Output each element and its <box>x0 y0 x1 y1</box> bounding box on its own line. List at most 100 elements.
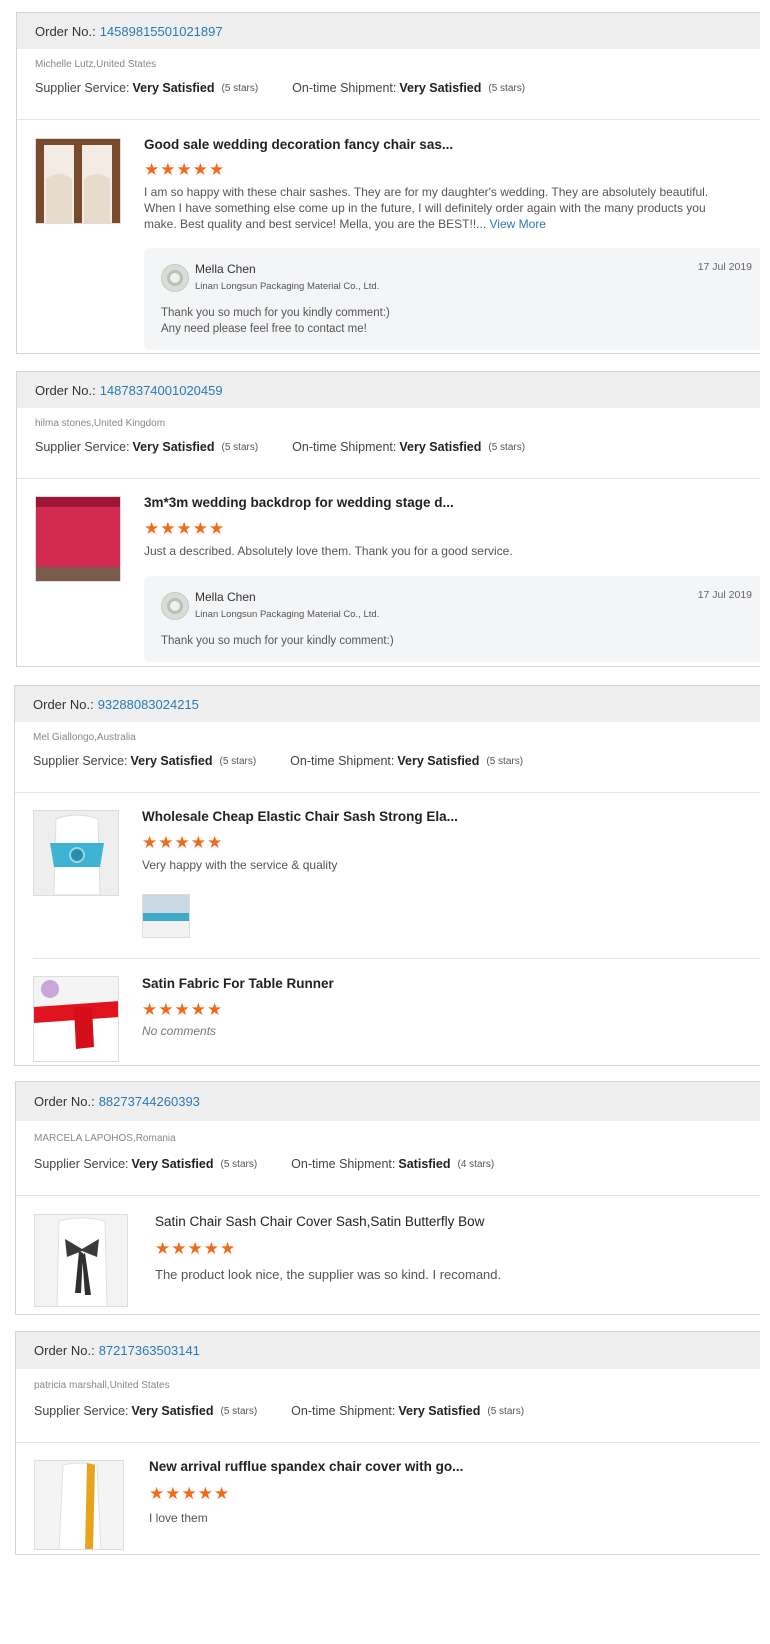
product-thumbnail[interactable] <box>35 138 121 224</box>
buyer-name: Michelle Lutz,United States <box>35 59 157 70</box>
shipment-rating: Very Satisfied <box>398 1404 481 1418</box>
shipment-stars: (5 stars) <box>488 82 526 94</box>
review-text: I love them <box>149 1511 208 1525</box>
product-title[interactable]: Good sale wedding decoration fancy chair… <box>144 137 453 152</box>
product-title[interactable]: Wholesale Cheap Elastic Chair Sash Stron… <box>142 809 458 824</box>
buyer-name: patricia marshall,United States <box>34 1380 170 1391</box>
shipment-rating: Very Satisfied <box>399 81 482 95</box>
review-item: 3m*3m wedding backdrop for wedding stage… <box>17 479 760 679</box>
review-item: Wholesale Cheap Elastic Chair Sash Stron… <box>15 793 760 958</box>
supplier-service-label: Supplier Service: <box>35 81 130 95</box>
product-thumbnail[interactable] <box>33 810 119 896</box>
shipment-stars: (4 stars) <box>457 1158 495 1170</box>
product-title[interactable]: Satin Chair Sash Chair Cover Sash,Satin … <box>155 1214 484 1229</box>
buyer-name: MARCELA LAPOHOS,Romania <box>34 1133 176 1144</box>
supplier-service-rating: Very Satisfied <box>130 754 213 768</box>
avatar <box>161 264 189 292</box>
order-number-link[interactable]: 88273744260393 <box>99 1094 200 1109</box>
shipment-label: On-time Shipment: <box>292 440 397 454</box>
reply-author: Mella Chen <box>195 262 256 276</box>
review-item: Good sale wedding decoration fancy chair… <box>17 120 760 366</box>
product-image <box>36 139 120 223</box>
product-title[interactable]: Satin Fabric For Table Runner <box>142 976 334 991</box>
shipment-label: On-time Shipment: <box>290 754 395 768</box>
supplier-service-stars: (5 stars) <box>219 755 257 767</box>
order-card: Order No.: 88273744260393 MARCELA LAPOHO… <box>15 1081 760 1315</box>
order-ratings: Supplier Service: Very Satisfied (5 star… <box>16 1394 760 1422</box>
reply-date: 17 Jul 2019 <box>697 261 752 273</box>
review-text: I am so happy with these chair sashes. T… <box>144 184 714 232</box>
product-image <box>34 977 118 1061</box>
product-image <box>36 497 120 581</box>
product-title[interactable]: 3m*3m wedding backdrop for wedding stage… <box>144 495 454 510</box>
order-card: Order No.: 14589815501021897 Michelle Lu… <box>16 12 760 354</box>
review-text: The product look nice, the supplier was … <box>155 1267 502 1282</box>
buyer-name: Mel Giallongo,Australia <box>33 732 136 743</box>
reply-text-line: Thank you so much for you kindly comment… <box>161 307 390 319</box>
supplier-service-stars: (5 stars) <box>220 1405 258 1417</box>
supplier-service-rating: Very Satisfied <box>132 440 215 454</box>
order-header: Order No.: 93288083024215 <box>15 686 760 722</box>
product-title[interactable]: New arrival rufflue spandex chair cover … <box>149 1459 463 1474</box>
order-ratings: Supplier Service: Very Satisfied (5 star… <box>16 1147 760 1175</box>
reply-date: 17 Jul 2019 <box>697 589 752 601</box>
seller-reply: Mella Chen Linan Longsun Packaging Mater… <box>144 248 760 350</box>
order-header: Order No.: 14589815501021897 <box>17 13 760 49</box>
reply-company: Linan Longsun Packaging Material Co., Lt… <box>195 609 380 620</box>
no-comment-text: No comments <box>142 1024 217 1038</box>
view-more-link[interactable]: View More <box>490 217 546 231</box>
review-stars: ★★★★★ <box>149 1484 231 1503</box>
review-body: I am so happy with these chair sashes. T… <box>144 185 709 231</box>
shipment-stars: (5 stars) <box>488 441 526 453</box>
shipment-stars: (5 stars) <box>486 755 524 767</box>
supplier-service-label: Supplier Service: <box>35 440 130 454</box>
avatar <box>161 592 189 620</box>
order-number-label: Order No.: <box>34 1094 95 1109</box>
shipment-stars: (5 stars) <box>487 1405 525 1417</box>
order-ratings: Supplier Service: Very Satisfied (5 star… <box>17 432 760 458</box>
reply-text-line: Any need please feel free to contact me! <box>161 323 367 335</box>
review-stars: ★★★★★ <box>142 1000 224 1019</box>
review-item: New arrival rufflue spandex chair cover … <box>16 1443 760 1563</box>
product-thumbnail[interactable] <box>34 1460 124 1550</box>
seller-reply: Mella Chen Linan Longsun Packaging Mater… <box>144 576 760 662</box>
order-number-label: Order No.: <box>35 23 96 39</box>
shipment-rating: Very Satisfied <box>399 440 482 454</box>
shipment-label: On-time Shipment: <box>291 1404 396 1418</box>
supplier-service-rating: Very Satisfied <box>131 1157 214 1171</box>
product-thumbnail[interactable] <box>34 1214 128 1307</box>
review-stars: ★★★★★ <box>142 833 224 852</box>
reply-author: Mella Chen <box>195 590 256 604</box>
product-image <box>34 811 118 895</box>
review-stars: ★★★★★ <box>144 519 226 538</box>
product-thumbnail[interactable] <box>33 976 119 1062</box>
order-ratings: Supplier Service: Very Satisfied (5 star… <box>15 746 760 772</box>
supplier-service-rating: Very Satisfied <box>131 1404 214 1418</box>
order-number-link[interactable]: 14589815501021897 <box>100 24 223 39</box>
order-header: Order No.: 14878374001020459 <box>17 372 760 408</box>
order-number-link[interactable]: 93288083024215 <box>98 697 199 712</box>
shipment-rating: Very Satisfied <box>397 754 480 768</box>
order-header: Order No.: 88273744260393 <box>16 1082 760 1121</box>
reply-text-line: Thank you so much for your kindly commen… <box>161 635 394 647</box>
shipment-label: On-time Shipment: <box>292 81 397 95</box>
shipment-label: On-time Shipment: <box>291 1157 396 1171</box>
order-number-link[interactable]: 87217363503141 <box>99 1343 200 1358</box>
order-card: Order No.: 87217363503141 patricia marsh… <box>15 1331 760 1555</box>
shipment-rating: Satisfied <box>398 1157 451 1171</box>
review-item: Satin Fabric For Table Runner ★★★★★ No c… <box>15 959 760 1079</box>
supplier-service-label: Supplier Service: <box>34 1404 129 1418</box>
supplier-service-label: Supplier Service: <box>33 754 128 768</box>
order-number-link[interactable]: 14878374001020459 <box>100 383 223 398</box>
supplier-service-label: Supplier Service: <box>34 1157 129 1171</box>
order-header: Order No.: 87217363503141 <box>16 1332 760 1369</box>
review-photo-image <box>143 895 189 937</box>
product-image <box>35 1461 123 1549</box>
product-thumbnail[interactable] <box>35 496 121 582</box>
order-number-label: Order No.: <box>35 382 96 398</box>
supplier-service-rating: Very Satisfied <box>132 81 215 95</box>
review-photo[interactable] <box>142 894 190 938</box>
review-text: Very happy with the service & quality <box>142 858 338 872</box>
order-card: Order No.: 93288083024215 Mel Giallongo,… <box>14 685 760 1066</box>
review-stars: ★★★★★ <box>144 160 226 179</box>
